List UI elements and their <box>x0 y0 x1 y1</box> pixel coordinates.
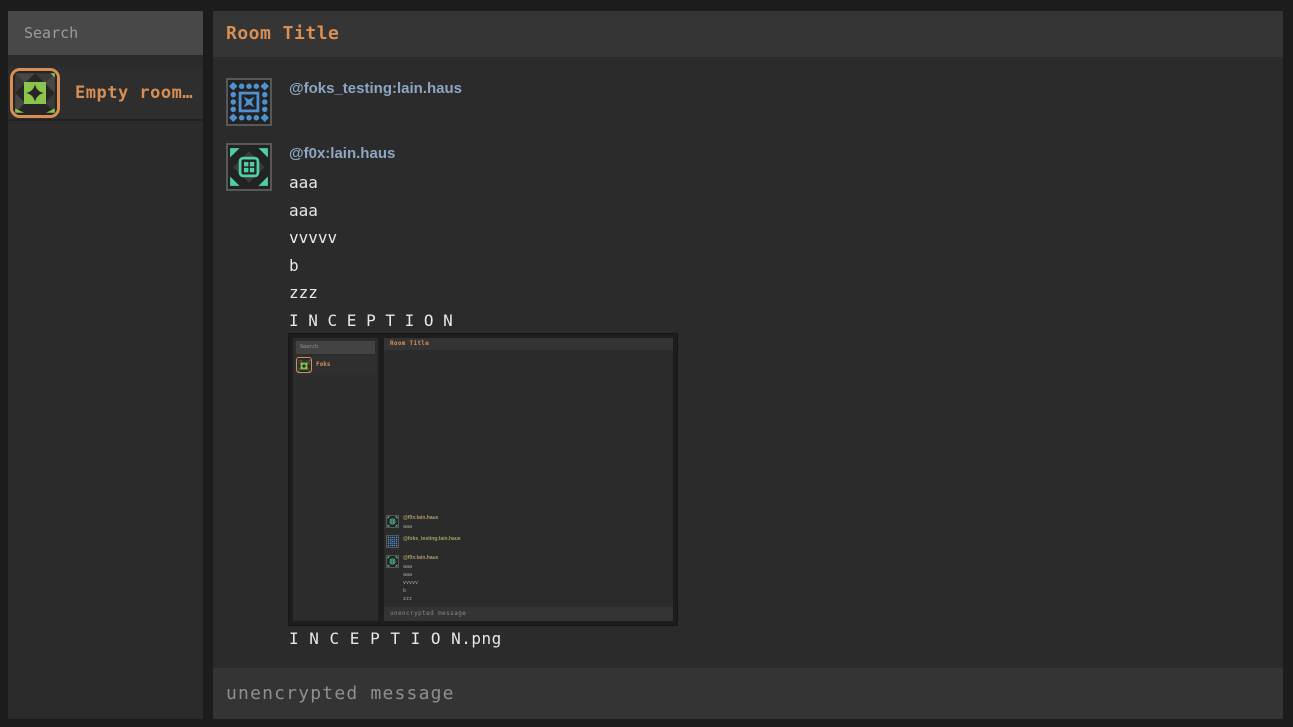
room-list-sidebar: Search Empty room… <box>8 11 203 719</box>
sidebar-item-empty-room[interactable]: Empty room… <box>8 67 203 121</box>
avatar-foks-testing-icon <box>226 78 272 126</box>
search-input[interactable]: Search <box>8 11 203 55</box>
chat-panel: Room Title @foks_testing:lain.haus @f0x:… <box>213 11 1283 719</box>
inner-message-body: aaa aaa vvvvv b zzz <box>403 563 418 603</box>
room-avatar-icon <box>10 68 60 118</box>
message-sender[interactable]: @f0x:lain.haus <box>289 145 395 162</box>
inner-chat-panel: Room Title @f0x:lain.haus aaa @foks_test… <box>384 338 673 621</box>
inner-message-sender: @f0x:lain.haus <box>403 515 438 521</box>
attachment-filename-link[interactable]: I N C E P T I O N.png <box>289 629 502 648</box>
message-sender[interactable]: @foks_testing:lain.haus <box>289 80 462 97</box>
inner-sidebar-item-foks: Foks <box>295 356 376 375</box>
room-name-label: Empty room… <box>75 67 193 119</box>
message-line: aaa <box>289 197 453 225</box>
inner-message-body: aaa <box>403 523 412 531</box>
inner-room-name-label: Foks <box>316 356 330 374</box>
inner-room-avatar-icon <box>296 357 312 373</box>
inner-message-input: unencrypted message <box>384 607 673 621</box>
inner-message-line: vvvvv <box>403 579 418 587</box>
message-line: I N C E P T I O N <box>289 307 453 335</box>
attached-image[interactable]: Search Foks Room Title @f0x:lain.haus <box>289 334 677 625</box>
inner-room-list-sidebar: Search Foks <box>293 338 378 621</box>
inner-avatar-f0x-icon <box>386 515 399 528</box>
inner-message-line: aaa <box>403 571 418 579</box>
inner-message-line: aaa <box>403 563 418 571</box>
message-line: zzz <box>289 279 453 307</box>
message-line: vvvvv <box>289 224 453 252</box>
room-title: Room Title <box>213 11 1283 57</box>
inner-message-line: b <box>403 587 418 595</box>
avatar-f0x-icon <box>226 143 272 191</box>
inner-avatar-foks-testing-icon <box>386 535 399 548</box>
inner-search-input: Search <box>296 341 375 354</box>
inner-avatar-f0x-icon <box>386 555 399 568</box>
message-line: aaa <box>289 169 453 197</box>
message-line: b <box>289 252 453 280</box>
inner-message-line: zzz <box>403 595 418 603</box>
message-timeline: @foks_testing:lain.haus @f0x:lain.haus a… <box>213 57 1283 668</box>
inner-message-timeline: @f0x:lain.haus aaa @foks_testing:lain.ha… <box>384 350 673 607</box>
inner-room-title: Room Title <box>384 338 673 350</box>
message-body: aaa aaa vvvvv b zzz I N C E P T I O N <box>289 169 453 334</box>
inner-message-sender: @foks_testing:lain.haus <box>403 536 461 542</box>
message-input[interactable]: unencrypted message <box>213 668 1283 719</box>
inner-message-sender: @f0x:lain.haus <box>403 555 438 561</box>
inner-message-line: aaa <box>403 523 412 531</box>
